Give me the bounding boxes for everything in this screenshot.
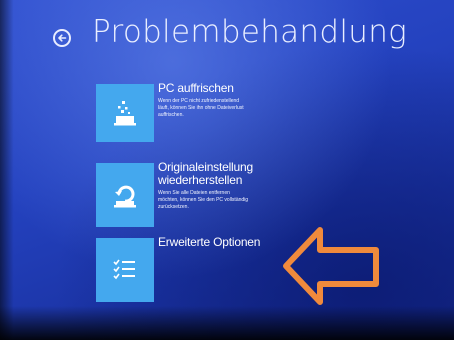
photo-frame: Problembehandlung PC auffrischen Wenn de… <box>0 0 454 340</box>
option-text: Originaleinstellung wiederherstellen Wen… <box>158 161 288 211</box>
troubleshoot-screen: Problembehandlung PC auffrischen Wenn de… <box>0 0 454 340</box>
refresh-pc-icon <box>114 101 136 126</box>
option-title: Originaleinstellung wiederherstellen <box>158 160 253 187</box>
option-title: Erweiterte Optionen <box>158 235 261 249</box>
option-pc-refresh[interactable]: PC auffrischen Wenn der PC nicht zufried… <box>96 82 356 144</box>
orange-arrow-left-icon <box>283 227 379 305</box>
page-title: Problembehandlung <box>92 14 408 50</box>
back-arrow-icon <box>58 34 67 42</box>
option-tile <box>96 163 154 227</box>
checklist-icon <box>113 259 135 280</box>
reset-pc-icon <box>114 185 136 208</box>
option-tile <box>96 238 154 302</box>
option-description: Wenn Sie alle Dateien entfernen möchten,… <box>158 190 249 210</box>
option-factory-reset[interactable]: Originaleinstellung wiederherstellen Wen… <box>96 161 356 227</box>
option-title: PC auffrischen <box>158 81 234 95</box>
option-text: PC auffrischen Wenn der PC nicht zufried… <box>158 82 288 119</box>
back-button[interactable] <box>53 29 71 47</box>
option-tile <box>96 84 154 142</box>
option-text: Erweiterte Optionen <box>158 236 288 249</box>
option-description: Wenn der PC nicht zufriedenstellend läuf… <box>158 98 244 118</box>
